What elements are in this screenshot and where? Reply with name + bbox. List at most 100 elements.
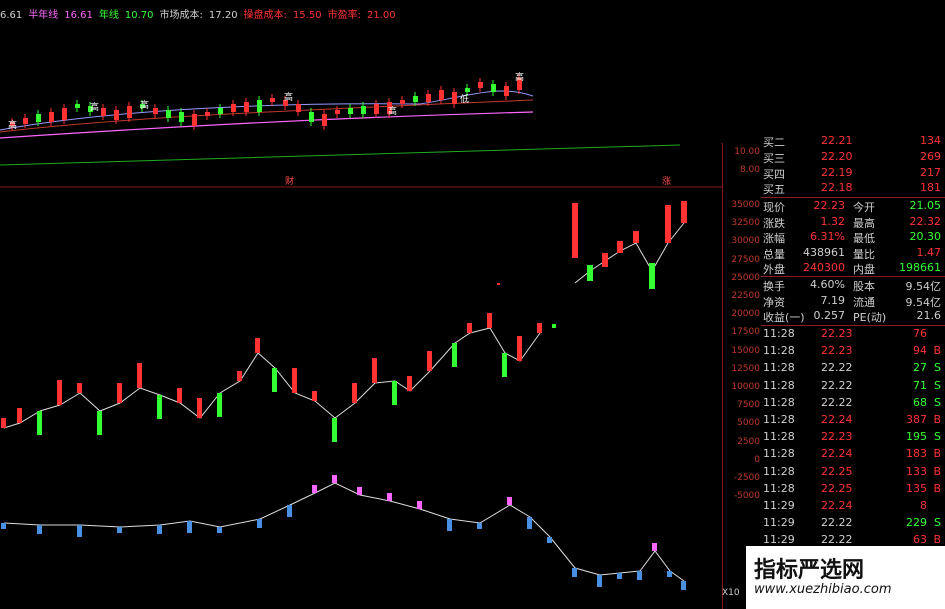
y-axis-line xyxy=(722,143,723,609)
tick-row: 11:28 22.25 133 B xyxy=(761,465,945,481)
stat-value: 4.60% xyxy=(810,278,845,291)
top-candle xyxy=(296,104,301,112)
stat-label: 今开 xyxy=(853,201,875,214)
stat-label: 总量 xyxy=(763,247,785,261)
stat-value: 22.32 xyxy=(909,214,942,228)
stat-label: 量比 xyxy=(853,247,875,261)
top-candle xyxy=(270,98,275,102)
top-candle xyxy=(257,100,262,112)
main-axis-tick: 12500 xyxy=(731,363,760,374)
tick-volume: 133 xyxy=(906,464,927,478)
top-candle xyxy=(114,110,119,120)
volume-bar xyxy=(257,519,262,528)
volume-bar xyxy=(157,525,162,534)
volume-bar xyxy=(547,537,552,543)
buy-level-label: 买二 xyxy=(763,136,785,149)
top-candle xyxy=(75,104,80,108)
tick-time: 11:28 xyxy=(763,430,795,444)
top-candle xyxy=(205,112,210,116)
tick-volume: 68 xyxy=(913,395,927,409)
top-candle xyxy=(400,100,405,104)
stat-row: 净资 7.19 流通 9.54亿 xyxy=(761,294,945,310)
main-axis-tick: -2500 xyxy=(733,473,760,483)
tick-side: S xyxy=(934,430,941,444)
quote-separator xyxy=(761,276,945,277)
indicator-bar xyxy=(332,418,337,442)
top-candle xyxy=(166,110,171,118)
buy-level-row: 买五 22.18 181 xyxy=(761,181,945,197)
stat-label: 现价 xyxy=(763,201,785,214)
indicator-bar xyxy=(352,383,357,403)
quote-separator xyxy=(761,325,945,326)
tick-row: 11:28 22.22 71 S xyxy=(761,379,945,395)
indicator-bar-right xyxy=(649,263,655,289)
tick-side: B xyxy=(933,533,941,547)
top-candle xyxy=(361,106,366,114)
tick-price: 22.23 xyxy=(821,344,853,358)
volume-bar xyxy=(417,501,422,509)
stat-label: 外盘 xyxy=(763,263,785,276)
top-kline-chart: 高高 高高高低高 xyxy=(0,71,533,139)
tick-row: 11:28 22.22 27 S xyxy=(761,361,945,377)
indicator-dot xyxy=(497,283,500,285)
tick-time: 11:28 xyxy=(763,413,795,426)
volume-bar xyxy=(477,523,482,529)
legend-item-1: 半年线 xyxy=(28,10,59,21)
main-axis-tick: 30000 xyxy=(731,236,760,247)
main-axis-tick: 5000 xyxy=(737,418,760,429)
buy-level-label: 买五 xyxy=(763,183,785,196)
indicator-bar xyxy=(17,408,22,423)
volume-bar xyxy=(681,581,686,590)
indicator-bar xyxy=(487,313,492,328)
legend-item-3: 年线 xyxy=(98,10,119,21)
legend-item-4: 10.70 xyxy=(124,10,154,21)
tick-row: 11:28 22.23 76 xyxy=(761,327,945,343)
top-candle xyxy=(452,92,457,104)
tick-volume: 94 xyxy=(913,344,927,358)
stat-value: 6.31% xyxy=(810,230,845,243)
stat-label: 流通 xyxy=(853,295,875,309)
buy-level-volume: 217 xyxy=(920,165,941,179)
volume-bar xyxy=(332,475,337,483)
volume-bar xyxy=(77,525,82,537)
tick-volume: 135 xyxy=(906,481,927,495)
indicator-bar xyxy=(77,383,82,393)
top-kline-panel[interactable]: 高高高高高低高 6.61 半年线 16.61 年线 10.70 市场成本: 17.20 操盘成… xyxy=(0,0,533,143)
indicator-bar xyxy=(197,398,202,418)
stat-value: 9.54亿 xyxy=(905,295,942,309)
watermark-title: 指标严选网 xyxy=(754,558,865,583)
indicator-bar xyxy=(57,380,62,405)
top-candle xyxy=(426,94,431,102)
volume-bar xyxy=(357,487,362,495)
indicator-bar xyxy=(97,411,102,435)
stat-label: 最低 xyxy=(853,232,875,245)
tick-volume: 76 xyxy=(913,327,927,340)
tick-price: 22.22 xyxy=(821,378,853,392)
volume-bar xyxy=(652,543,657,551)
indicator-bar xyxy=(467,323,472,333)
stat-label: 收益(一) xyxy=(763,311,805,324)
main-axis-tick: 22500 xyxy=(731,291,760,301)
tick-time: 11:28 xyxy=(763,481,795,495)
indicator-bar xyxy=(217,393,222,417)
indicator-bar xyxy=(537,323,542,333)
tick-side: B xyxy=(933,464,941,478)
indicator-bar-right xyxy=(602,253,608,267)
tick-row: 11:28 22.23 94 B xyxy=(761,344,945,360)
top-candle xyxy=(465,88,470,92)
main-axis-tick: 15000 xyxy=(731,345,760,356)
tick-time: 11:28 xyxy=(763,464,795,478)
tick-volume: 195 xyxy=(906,430,927,444)
volume-bar xyxy=(217,527,222,533)
buy-level-volume: 269 xyxy=(920,150,941,163)
indicator-bar-right xyxy=(587,265,593,281)
quote-separator xyxy=(761,197,945,198)
tick-volume: 229 xyxy=(906,516,927,530)
main-indicator-chart[interactable] xyxy=(0,143,722,609)
main-axis-tick: 7500 xyxy=(737,400,760,411)
indicator-bar-right xyxy=(617,241,623,253)
volume-bar xyxy=(447,519,452,531)
indicator-bar-right xyxy=(633,231,639,243)
tick-volume: 63 xyxy=(913,533,927,547)
tick-time: 11:28 xyxy=(763,361,795,375)
